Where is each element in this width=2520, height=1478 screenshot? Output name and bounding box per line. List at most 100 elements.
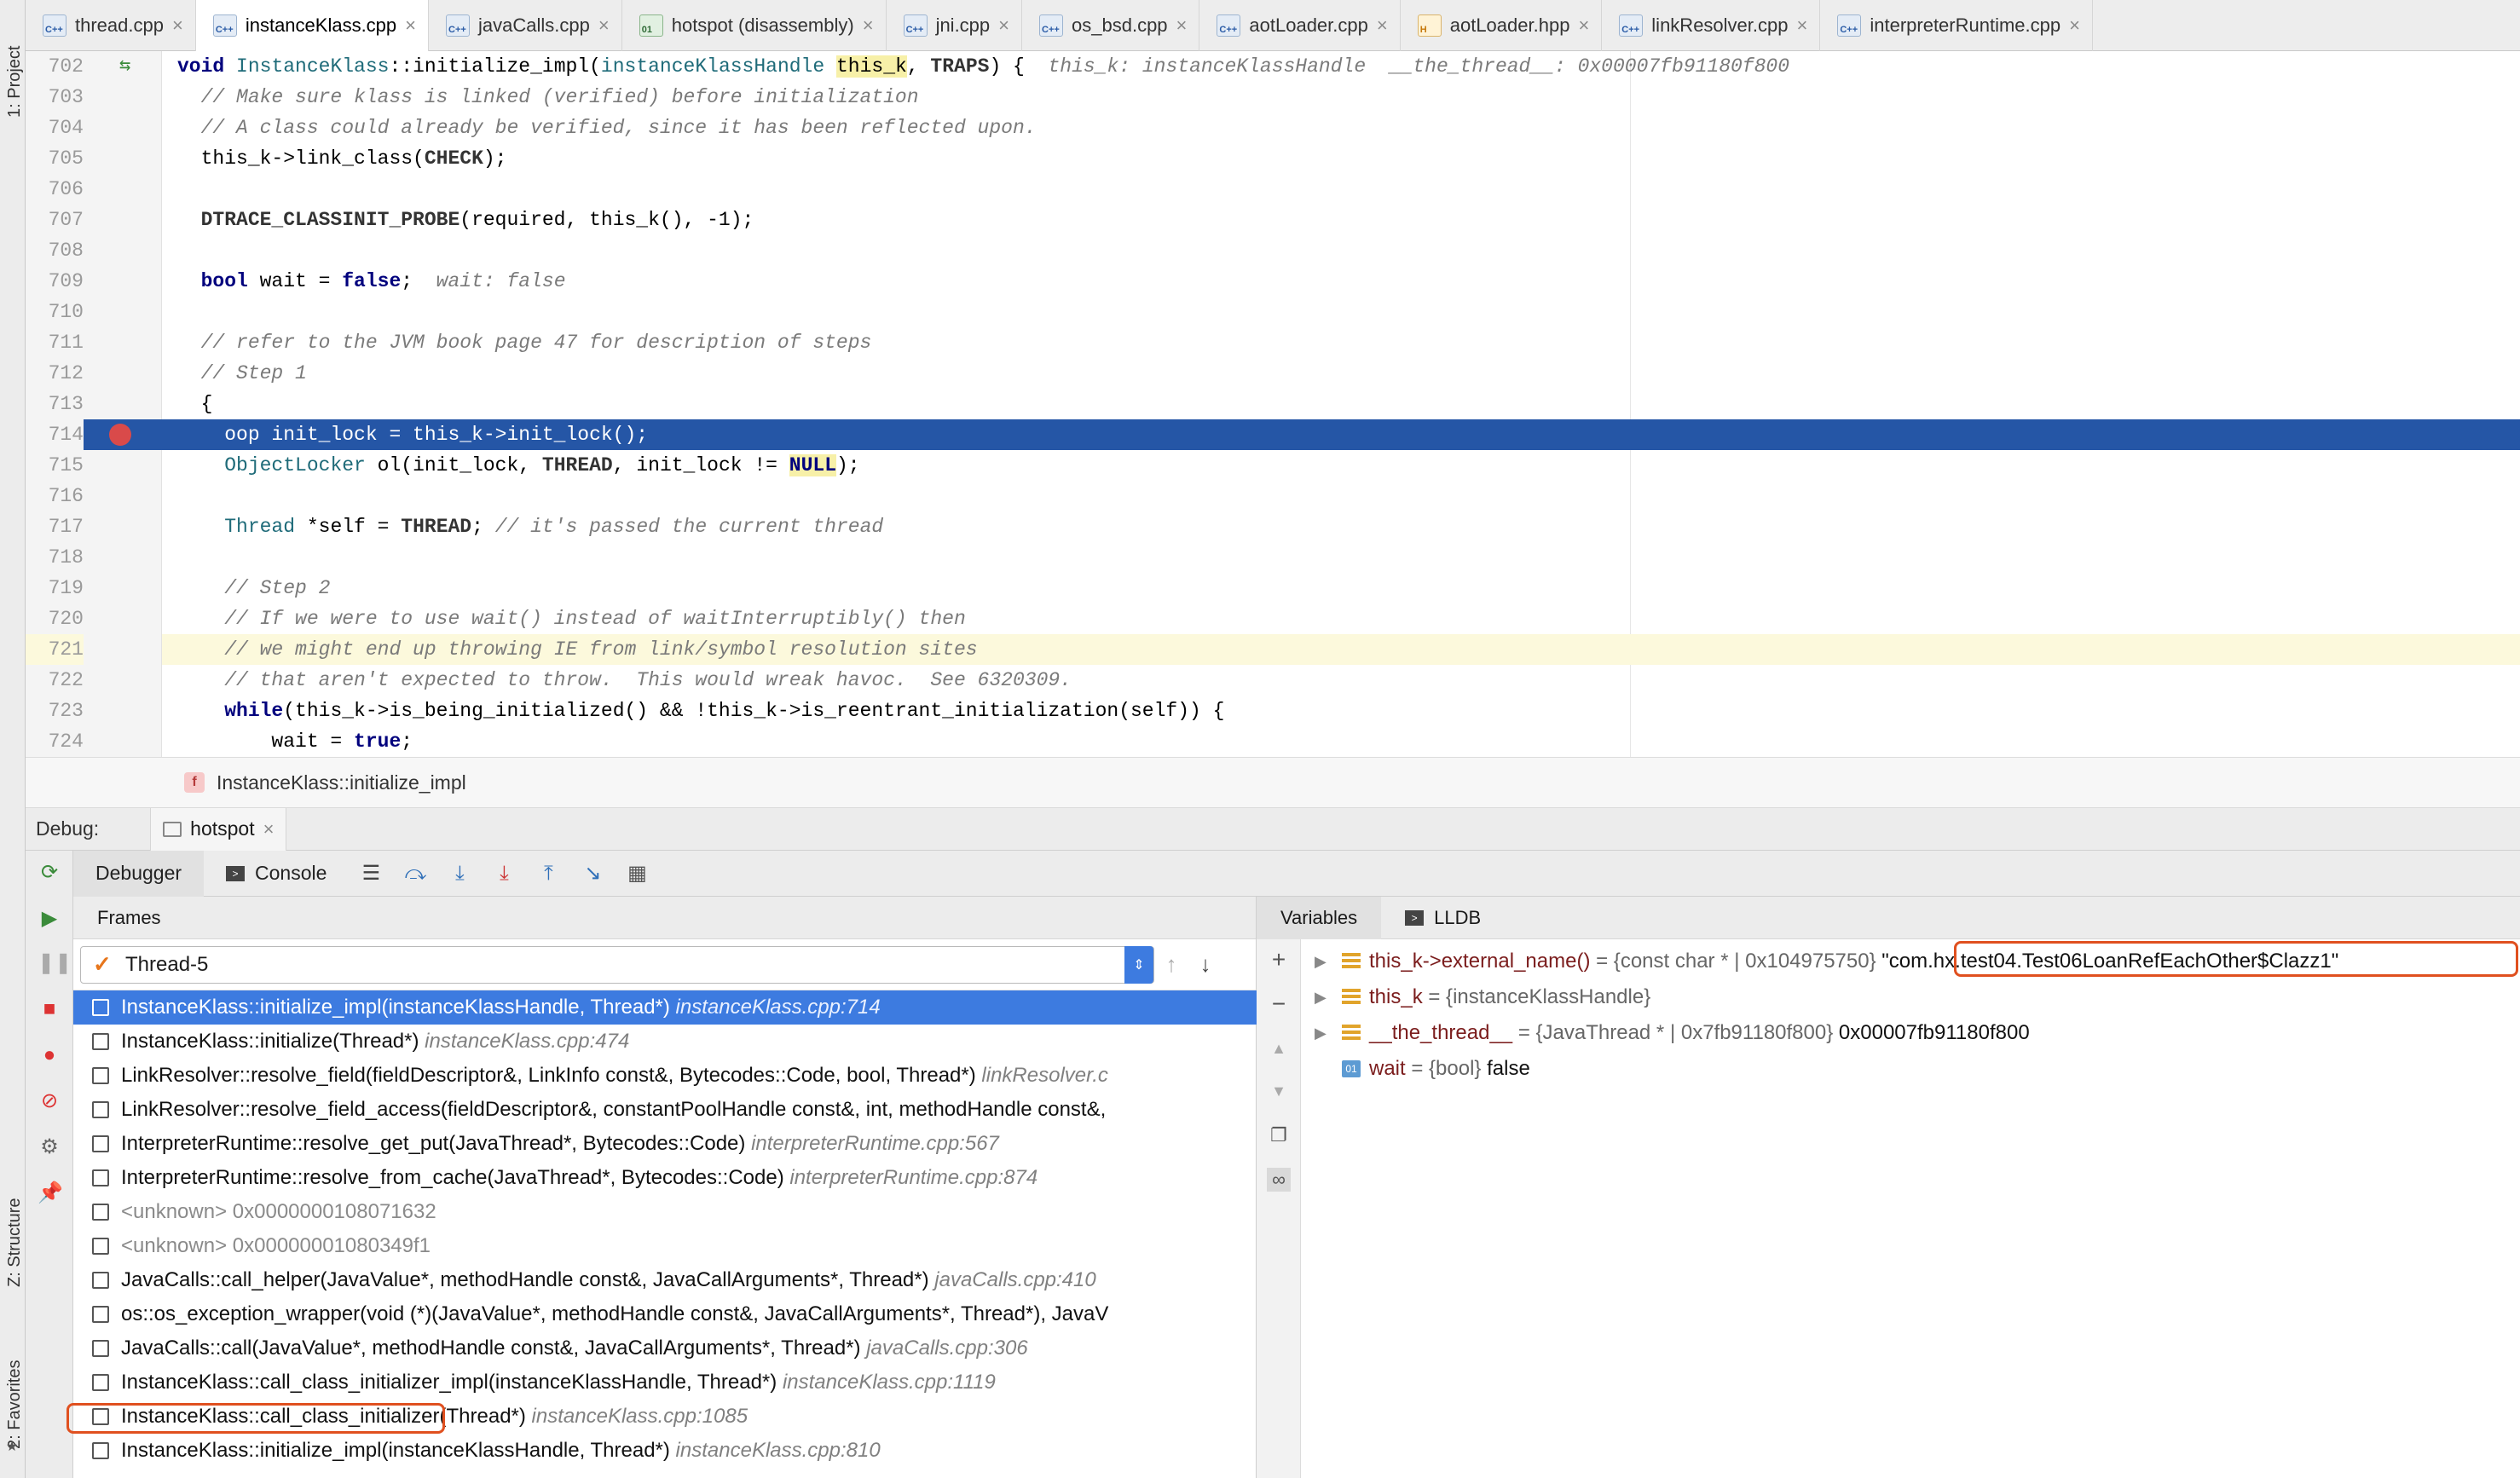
force-step-into-icon[interactable]: ⤓ (491, 861, 517, 886)
close-icon[interactable]: × (598, 14, 610, 37)
tab-variables[interactable]: Variables (1257, 896, 1382, 939)
code-line[interactable]: 702 void InstanceKlass::initialize_impl(i… (26, 51, 2520, 82)
frame-row[interactable]: os::os_exception_wrapper(void (*)(JavaVa… (73, 1297, 1257, 1331)
code-line[interactable]: 712 // Step 1 (26, 358, 2520, 389)
frame-row[interactable]: <unknown> 0x00000001080349f1 (73, 1229, 1257, 1263)
code-line[interactable]: 721 // we might end up throwing IE from … (26, 634, 2520, 665)
code-line[interactable]: 709 bool wait = false; wait: false (26, 266, 2520, 297)
move-down-icon[interactable]: ▼ (1267, 1079, 1291, 1103)
copy-icon[interactable]: ❐ (1267, 1123, 1291, 1147)
tab-console[interactable]: > Console (204, 851, 349, 897)
tab-hotspot-disassembly[interactable]: 01 hotspot (disassembly) × (622, 0, 887, 51)
close-icon[interactable]: × (1377, 14, 1388, 37)
project-tool-tab[interactable]: 1: Project (0, 7, 26, 135)
close-icon[interactable]: × (1176, 14, 1188, 37)
code-line[interactable]: 718 (26, 542, 2520, 573)
variable-row[interactable]: 01 wait = {bool} false (1301, 1052, 2520, 1086)
view-breakpoints-icon[interactable]: ● (38, 1043, 61, 1067)
step-over-icon[interactable]: ⤼ (402, 861, 428, 886)
watches-glasses-icon[interactable]: ∞ (1267, 1168, 1291, 1192)
layout-menu-icon[interactable]: ☰ (358, 861, 384, 886)
expand-triangle-icon[interactable]: ▶ (1315, 944, 1326, 979)
close-icon[interactable]: × (1578, 14, 1589, 37)
code-line[interactable]: 717 Thread *self = THREAD; // it's passe… (26, 511, 2520, 542)
frame-row[interactable]: InstanceKlass::initialize(Thread*) insta… (73, 1025, 1257, 1059)
settings-gear-icon[interactable]: ⚙ (38, 1135, 61, 1159)
tab-aotloader-hpp[interactable]: HaotLoader.hpp × (1401, 0, 1603, 51)
code-line[interactable]: 706 (26, 174, 2520, 205)
tab-jni-cpp[interactable]: C++ jni.cpp × (887, 0, 1023, 51)
code-line[interactable]: 720 // If we were to use wait() instead … (26, 603, 2520, 634)
frame-row[interactable]: InstanceKlass::call_class_initializer_im… (73, 1365, 1257, 1400)
mute-breakpoints-icon[interactable]: ⊘ (38, 1089, 61, 1113)
frame-row[interactable]: <unknown> 0x0000000108071632 (73, 1195, 1257, 1229)
frame-down-arrow-icon[interactable]: ↓ (1188, 951, 1222, 978)
evaluate-expression-icon[interactable]: ▦ (624, 861, 650, 886)
close-icon[interactable]: × (405, 14, 416, 37)
code-line[interactable]: 716 (26, 481, 2520, 511)
variable-row[interactable]: ▶ __the_thread__ = {JavaThread * | 0x7fb9… (1301, 1016, 2520, 1050)
expand-triangle-icon[interactable]: ▶ (1315, 980, 1326, 1014)
override-arrow-icon[interactable]: ⇆ (119, 51, 130, 82)
code-line[interactable]: 722 // that aren't expected to throw. Th… (26, 665, 2520, 696)
tab-lldb[interactable]: > LLDB (1381, 897, 1505, 939)
close-icon[interactable]: × (172, 14, 183, 37)
code-line[interactable]: 705 this_k->link_class(CHECK); (26, 143, 2520, 174)
frame-row[interactable]: JavaCalls::call(JavaValue*, methodHandle… (73, 1331, 1257, 1365)
tab-os-bsd-cpp[interactable]: C++ os_bsd.cpp × (1022, 0, 1200, 51)
debug-session-tab[interactable]: hotspot × (150, 807, 287, 851)
breadcrumb[interactable]: f InstanceKlass::initialize_impl (26, 757, 2520, 808)
frame-row[interactable]: InstanceKlass::initialize_impl(instanceK… (73, 990, 1257, 1025)
step-into-icon[interactable]: ⤓ (447, 861, 472, 886)
pause-icon[interactable]: ❚❚ (38, 951, 72, 975)
frame-row[interactable]: LinkResolver::resolve_field(fieldDescrip… (73, 1059, 1257, 1093)
rerun-icon[interactable]: ⟳ (38, 861, 61, 885)
tab-javacalls-cpp[interactable]: C++ javaCalls.cpp × (429, 0, 622, 51)
code-line[interactable]: 714 oop init_lock = this_k->init_lock(); (26, 419, 2520, 450)
code-line[interactable]: 710 (26, 297, 2520, 327)
frame-row[interactable]: InterpreterRuntime::resolve_get_put(Java… (73, 1127, 1257, 1161)
dropdown-arrows-icon[interactable]: ⇕ (1124, 945, 1153, 984)
close-icon[interactable]: × (998, 14, 1009, 37)
frame-up-arrow-icon[interactable]: ↑ (1154, 951, 1188, 978)
tab-instanceklass-cpp[interactable]: C++ instanceKlass.cpp × (195, 0, 430, 51)
stop-icon[interactable]: ■ (38, 997, 61, 1021)
code-line[interactable]: 713 { (26, 389, 2520, 419)
code-line[interactable]: 707 DTRACE_CLASSINIT_PROBE(required, thi… (26, 205, 2520, 235)
close-icon[interactable]: × (863, 14, 874, 37)
tab-interpreterruntime-cpp[interactable]: C++ interpreterRuntime.cpp × (1820, 0, 2093, 51)
frame-row[interactable]: LinkResolver::resolve_field_access(field… (73, 1093, 1257, 1127)
add-watch-icon[interactable]: + (1267, 948, 1291, 972)
run-to-cursor-icon[interactable]: ↘ (580, 861, 605, 886)
code-line[interactable]: 724 wait = true; (26, 726, 2520, 757)
close-icon[interactable]: × (1796, 14, 1807, 37)
frame-row[interactable]: JavaCalls::call_helper(JavaValue*, metho… (73, 1263, 1257, 1297)
frame-icon (92, 1101, 109, 1118)
close-icon[interactable]: × (263, 818, 275, 840)
close-icon[interactable]: × (2069, 14, 2080, 37)
thread-selector[interactable]: ✓ Thread-5 ⇕ (80, 945, 1154, 984)
resume-icon[interactable]: ▶ (38, 907, 61, 931)
code-line[interactable]: 708 (26, 235, 2520, 266)
variable-row[interactable]: ▶ this_k = {instanceKlassHandle} (1301, 980, 2520, 1014)
tab-thread-cpp[interactable]: C++ thread.cpp × (26, 0, 196, 51)
move-up-icon[interactable]: ▲ (1267, 1036, 1291, 1060)
pin-icon[interactable]: 📌 (38, 1181, 63, 1205)
tab-aotloader-cpp[interactable]: C++ aotLoader.cpp × (1199, 0, 1401, 51)
code-line[interactable]: 703 // Make sure klass is linked (verifi… (26, 82, 2520, 113)
code-line[interactable]: 715 ObjectLocker ol(init_lock, THREAD, i… (26, 450, 2520, 481)
breakpoint-icon[interactable] (109, 424, 131, 446)
code-editor[interactable]: 702 void InstanceKlass::initialize_impl(i… (26, 51, 2520, 757)
code-line[interactable]: 723 while(this_k->is_being_initialized()… (26, 696, 2520, 726)
code-line[interactable]: 704 // A class could already be verified… (26, 113, 2520, 143)
tab-debugger[interactable]: Debugger (73, 850, 205, 897)
code-line[interactable]: 719 // Step 2 (26, 573, 2520, 603)
step-out-icon[interactable]: ⤒ (535, 861, 561, 886)
frame-row[interactable]: InterpreterRuntime::resolve_from_cache(J… (73, 1161, 1257, 1195)
frame-row[interactable]: InstanceKlass::initialize_impl(instanceK… (73, 1434, 1257, 1468)
tab-linkresolver-cpp[interactable]: C++ linkResolver.cpp × (1602, 0, 1821, 51)
remove-watch-icon[interactable]: − (1267, 992, 1291, 1016)
code-line[interactable]: 711 // refer to the JVM book page 47 for… (26, 327, 2520, 358)
structure-tool-tab[interactable]: Z: Structure (0, 1142, 26, 1296)
expand-triangle-icon[interactable]: ▶ (1315, 1016, 1326, 1050)
